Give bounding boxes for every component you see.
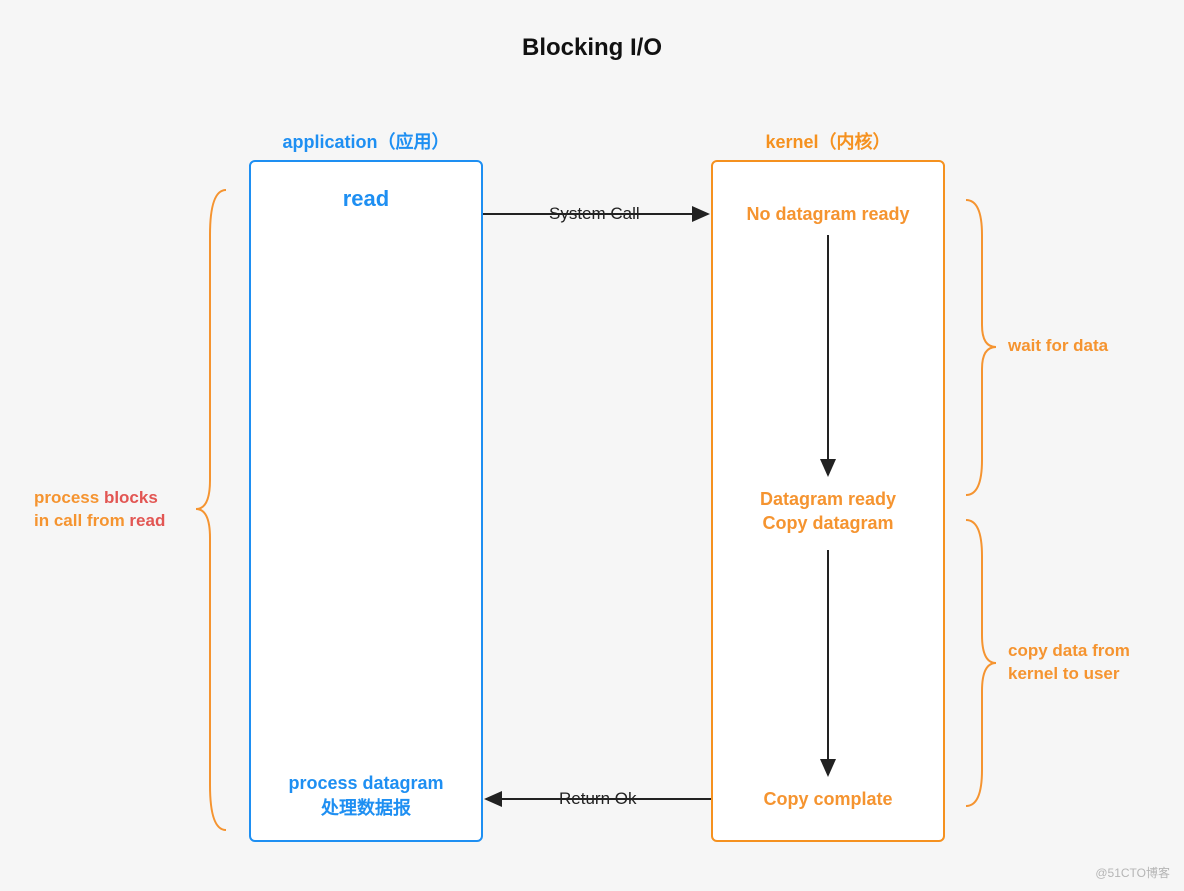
app-read-label: read <box>251 186 481 212</box>
right-annotation-copy: copy data from kernel to user <box>1008 640 1130 686</box>
kernel-header: kernel（内核） <box>711 128 945 154</box>
right-anno-copy-line2: kernel to user <box>1008 664 1120 683</box>
left-anno-blocks: blocks <box>104 488 158 507</box>
app-process-datagram-label: process datagram 处理数据报 <box>251 773 481 820</box>
application-header: application（应用） <box>249 128 483 154</box>
right-anno-copy-line1: copy data from <box>1008 641 1130 660</box>
kernel-box: No datagram ready Datagram ready Copy da… <box>711 160 945 842</box>
watermark: @51CTO博客 <box>1095 864 1170 881</box>
application-box: read process datagram 处理数据报 <box>249 160 483 842</box>
diagram-title: Blocking I/O <box>0 34 1184 62</box>
kernel-no-datagram: No datagram ready <box>713 202 943 226</box>
brace-right-copy <box>966 520 996 806</box>
kernel-copy-datagram: Copy datagram <box>762 513 893 533</box>
kernel-datagram-ready-line1: Datagram ready <box>760 489 896 509</box>
app-process-datagram-cn: 处理数据报 <box>321 798 411 818</box>
app-process-datagram-en: process datagram <box>288 773 443 793</box>
kernel-datagram-ready: Datagram ready Copy datagram <box>713 487 943 536</box>
right-annotation-wait: wait for data <box>1008 335 1108 358</box>
brace-right-wait <box>966 200 996 495</box>
svg-overlay <box>0 0 1184 891</box>
system-call-label: System Call <box>545 204 644 224</box>
left-annotation: process blocks in call from read <box>34 487 165 533</box>
left-anno-process: process <box>34 488 104 507</box>
left-anno-incall: in call from <box>34 511 129 530</box>
return-ok-label: Return Ok <box>555 789 640 809</box>
left-anno-read: read <box>129 511 165 530</box>
kernel-copy-complete: Copy complate <box>713 787 943 811</box>
brace-left <box>196 190 226 830</box>
